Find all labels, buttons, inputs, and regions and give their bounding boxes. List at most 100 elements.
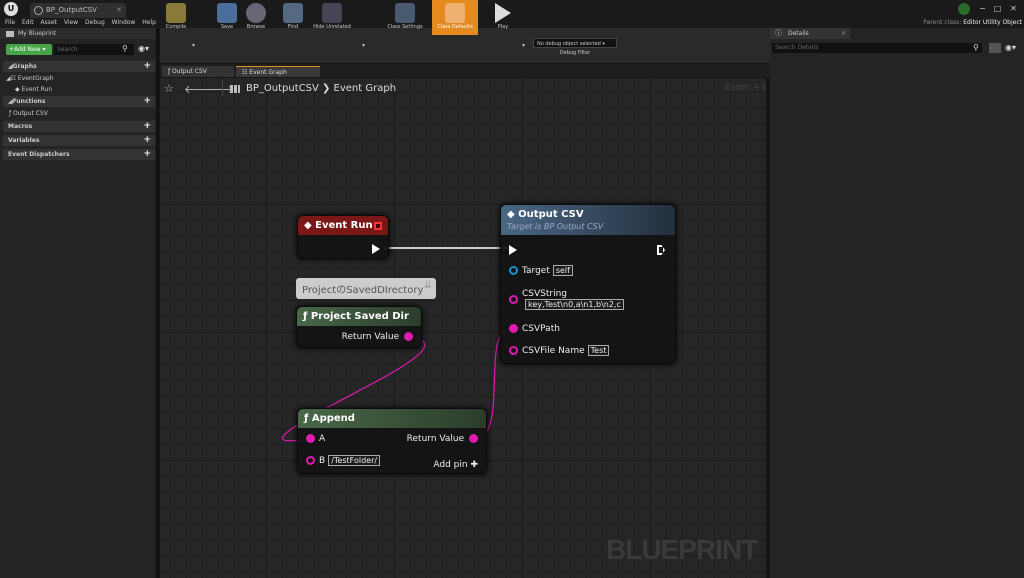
menu-edit[interactable]: Edit (22, 18, 34, 28)
menu-file[interactable]: File (5, 18, 15, 28)
details-search-icon: ⚲ (973, 43, 979, 52)
class-defaults-button[interactable]: Class Defaults (432, 0, 478, 35)
menu-help[interactable]: Help (142, 18, 156, 28)
my-blueprint-tab-title: My Blueprint (18, 30, 57, 37)
play-label: Play (497, 24, 509, 30)
output-csv-title: ◆ Output CSV (507, 209, 584, 220)
minimize-button[interactable]: − (976, 3, 989, 14)
event-graph-item[interactable]: ◢☷ EventGraph (3, 73, 155, 84)
compile-button[interactable]: Compile (162, 0, 190, 35)
append-b-value[interactable]: /TestFolder/ (328, 455, 381, 466)
functions-section[interactable]: ◢Functions + (3, 96, 155, 107)
close-details-tab-icon[interactable]: ✕ (841, 28, 846, 39)
details-tab-title: Details (788, 30, 809, 37)
close-window-button[interactable]: ✕ (1007, 3, 1020, 14)
class-defaults-label: Class Defaults (437, 24, 473, 30)
save-button[interactable]: Save (214, 0, 240, 35)
close-tab-icon[interactable]: ✕ (116, 6, 122, 14)
output-csv-subtitle: Target is BP Output CSV (507, 222, 604, 231)
event-run-exec-out-pin[interactable] (372, 244, 380, 254)
menu-window[interactable]: Window (112, 18, 136, 28)
menu-debug[interactable]: Debug (85, 18, 105, 28)
favorite-star-icon[interactable]: ☆ (164, 82, 174, 95)
event-run-header: ◆ Event Run (298, 216, 388, 235)
add-pin-button[interactable]: Add pin ✚ (433, 460, 478, 470)
append-a-pin[interactable] (306, 434, 315, 443)
event-graph-icon (230, 85, 240, 93)
append-b-row: B/TestFolder/ (306, 455, 381, 466)
blueprint-watermark: BLUEPRINT (606, 534, 758, 565)
details-view-options-icon[interactable]: ◉▾ (1005, 43, 1016, 52)
play-button[interactable]: Play (488, 0, 518, 35)
output-csv-exec-in-pin[interactable] (509, 245, 517, 255)
source-control-icon[interactable] (958, 3, 970, 15)
details-search-input[interactable]: Search Details (772, 43, 982, 53)
maximize-button[interactable]: □ (991, 3, 1004, 14)
event-delegate-pin-icon[interactable] (374, 222, 382, 230)
csvfilename-value[interactable]: Test (587, 345, 610, 356)
hide-unrelated-button[interactable]: Hide Unrelated (308, 0, 356, 35)
add-macro-icon[interactable]: + (143, 121, 151, 132)
append-b-label: B (319, 456, 326, 466)
class-settings-icon (395, 3, 415, 23)
event-run-item[interactable]: ◆ Event Run (3, 84, 155, 95)
csvpath-label: CSVPath (522, 324, 560, 334)
tab-event-graph[interactable]: ☷ Event Graph (236, 66, 320, 77)
menu-view[interactable]: View (64, 18, 78, 28)
compile-options-chevron-icon[interactable]: ▾ (192, 42, 195, 49)
output-csv-node[interactable]: ◆ Output CSV Target is BP Output CSV Tar… (500, 204, 676, 364)
details-tab[interactable]: ⓘ Details ✕ (770, 28, 850, 39)
project-saved-dir-return-pin[interactable] (404, 332, 413, 341)
browse-label: Browse (246, 24, 266, 30)
project-saved-dir-node[interactable]: ƒ Project Saved Dir Return Value (296, 306, 422, 348)
hide-unrelated-options-chevron-icon[interactable]: ▾ (362, 42, 365, 49)
event-dispatchers-section[interactable]: Event Dispatchers + (3, 149, 155, 160)
csvfilename-label: CSVFile Name (522, 346, 585, 356)
output-csv-exec-out-pin[interactable] (657, 245, 665, 255)
csvstring-value[interactable]: key,Test\n0,a\n1,b\n2,c (525, 299, 624, 310)
menu-asset[interactable]: Asset (41, 18, 57, 28)
details-info-icon: ⓘ (775, 29, 782, 37)
find-icon (283, 3, 303, 23)
append-node[interactable]: ƒ Append A Return Value B/TestFolder/ Ad… (297, 408, 487, 474)
variables-section[interactable]: Variables + (3, 135, 155, 146)
add-function-icon[interactable]: + (143, 96, 151, 107)
breadcrumb[interactable]: BP_OutputCSV ❯ Event Graph (246, 83, 396, 94)
browse-button[interactable]: Browse (242, 0, 270, 35)
view-options-icon[interactable]: ◉▾ (138, 44, 149, 53)
class-settings-button[interactable]: Class Settings (382, 0, 428, 35)
append-return-label: Return Value (406, 434, 465, 444)
document-tab[interactable]: BP_OutputCSV ✕ (30, 3, 126, 18)
tab-output-csv[interactable]: ƒ Output CSV (162, 66, 234, 77)
target-value[interactable]: self (552, 265, 573, 276)
play-icon (495, 3, 511, 23)
csvpath-pin-row: CSVPath (509, 324, 560, 334)
graphs-section-label: ◢Graphs (8, 63, 37, 70)
my-blueprint-tab[interactable]: My Blueprint (0, 28, 156, 39)
append-return-pin[interactable] (469, 434, 478, 443)
csvstring-pin[interactable] (509, 295, 518, 304)
csvpath-pin[interactable] (509, 324, 518, 333)
add-new-button[interactable]: +Add New ▾ (6, 44, 52, 55)
add-event-dispatcher-icon[interactable]: + (143, 149, 151, 160)
unreal-logo-icon[interactable]: U (4, 2, 18, 16)
comment-bubble[interactable]: ProjectのSavedDIrectory ⇊ (296, 278, 436, 299)
macros-section[interactable]: Macros + (3, 121, 155, 132)
target-pin[interactable] (509, 266, 518, 275)
output-csv-function-item[interactable]: ƒ Output CSV (3, 108, 155, 119)
parent-class-value[interactable]: Editor Utility Object (963, 19, 1022, 26)
event-run-title: ◆ Event Run (304, 220, 373, 231)
play-options-chevron-icon[interactable]: ▾ (522, 42, 525, 49)
add-variable-icon[interactable]: + (143, 135, 151, 146)
find-button[interactable]: Find (280, 0, 306, 35)
csvfilename-pin[interactable] (509, 346, 518, 355)
append-b-pin[interactable] (306, 456, 315, 465)
comment-pin-icon[interactable]: ⇊ (424, 280, 432, 291)
append-header: ƒ Append (298, 409, 486, 428)
debug-object-select[interactable]: No debug object selected ▾ (533, 38, 617, 48)
add-graph-icon[interactable]: + (143, 61, 151, 72)
property-matrix-icon[interactable] (989, 43, 1001, 53)
graphs-section[interactable]: ◢Graphs + (3, 61, 155, 72)
event-run-node[interactable]: ◆ Event Run (297, 215, 389, 259)
details-panel: ⓘ Details ✕ (770, 28, 1024, 578)
